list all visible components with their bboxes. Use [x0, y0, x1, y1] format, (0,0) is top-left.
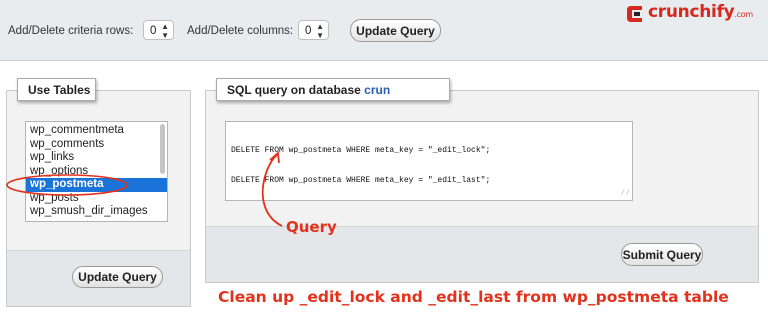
highlight-ellipse [6, 174, 128, 196]
caption-annotation: Clean up _edit_lock and _edit_last from … [218, 288, 729, 306]
annotation-arrow [261, 154, 283, 227]
query-annotation: Query [286, 218, 337, 236]
annotation-overlay [6, 151, 283, 227]
